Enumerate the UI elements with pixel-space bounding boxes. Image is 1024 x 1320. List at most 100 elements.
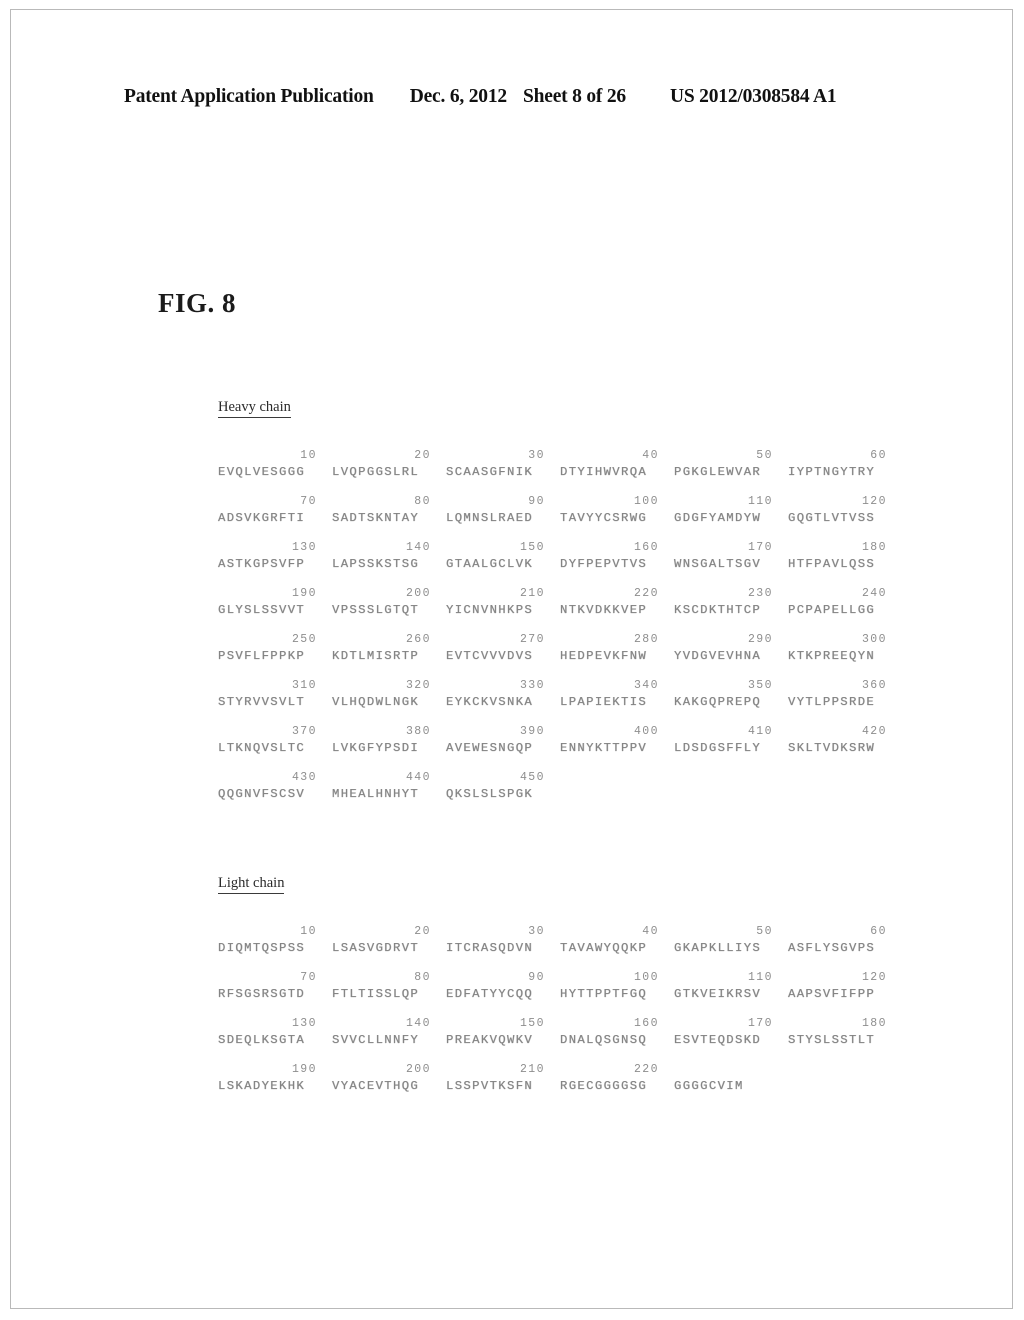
residue-block: GDGFYAMDYW xyxy=(674,510,762,525)
sequence-position-numbers: 310 320 330 340 350 360 xyxy=(218,678,1024,693)
sequence-residues: GLYSLSSVVT VPSSSLGTQT YICNVNHKPS NTKVDKKVEP… xyxy=(218,602,1024,619)
position-number: 380 xyxy=(405,724,431,738)
position-number: 130 xyxy=(291,540,317,554)
sequence-position-numbers: 190 200 210 220 xyxy=(218,1062,1024,1077)
residue-block: KDTLMISRTP xyxy=(332,648,420,663)
sequence-position-numbers: 10 20 30 40 50 60 xyxy=(218,448,1024,463)
position-number: 350 xyxy=(747,678,773,692)
light-chain-sequence: 10 20 30 40 50 60 DIQMTQSPSS LSASVGDRVT ITCRASQD… xyxy=(218,924,1024,1108)
residue-block: MHEALHNHYT xyxy=(332,786,420,801)
residue-block: GTKVEIKRSV xyxy=(674,986,762,1001)
residue-block: SADTSKNTAY xyxy=(332,510,420,525)
position-number: 250 xyxy=(291,632,317,646)
residue-block: ITCRASQDVN xyxy=(446,940,534,955)
residue-block: LSKADYEKHK xyxy=(218,1078,306,1093)
residue-block: EDFATYYCQQ xyxy=(446,986,534,1001)
position-number: 100 xyxy=(633,494,659,508)
residue-block: LAPSSKSTSG xyxy=(332,556,420,571)
residue-block: DYFPEPVTVS xyxy=(560,556,648,571)
position-number: 10 xyxy=(300,448,317,462)
position-number: 150 xyxy=(519,540,545,554)
position-number: 130 xyxy=(291,1016,317,1030)
position-number: 430 xyxy=(291,770,317,784)
residue-block: KTKPREEQYN xyxy=(788,648,876,663)
sequence-row: 70 80 90 100 110 120 RFSGSRSGTD FTLTISSLQP EDFAT… xyxy=(218,970,1024,1016)
position-number: 270 xyxy=(519,632,545,646)
position-number: 80 xyxy=(414,494,431,508)
sequence-position-numbers: 70 80 90 100 110 120 xyxy=(218,970,1024,985)
residue-block: LVQPGGSLRL xyxy=(332,464,420,479)
position-number: 340 xyxy=(633,678,659,692)
position-number: 220 xyxy=(633,586,659,600)
residue-block: HYTTPPTFGQ xyxy=(560,986,648,1001)
position-number: 230 xyxy=(747,586,773,600)
residue-block: YICNVNHKPS xyxy=(446,602,534,617)
position-number: 170 xyxy=(747,540,773,554)
position-number: 190 xyxy=(291,1062,317,1076)
position-number: 170 xyxy=(747,1016,773,1030)
position-number: 280 xyxy=(633,632,659,646)
document-header: Patent Application Publication Dec. 6, 2… xyxy=(124,86,904,108)
position-number: 160 xyxy=(633,540,659,554)
residue-block: VYACEVTHQG xyxy=(332,1078,420,1093)
sequence-row: 70 80 90 100 110 120 ADSVKGRFTI SADTSKNTAY LQMNS… xyxy=(218,494,1024,540)
position-number: 360 xyxy=(861,678,887,692)
position-number: 320 xyxy=(405,678,431,692)
residue-block: FTLTISSLQP xyxy=(332,986,420,1001)
position-number: 330 xyxy=(519,678,545,692)
sequence-residues: EVQLVESGGG LVQPGGSLRL SCAASGFNIK DTYIHWVRQA… xyxy=(218,464,1024,481)
residue-block: HTFPAVLQSS xyxy=(788,556,876,571)
residue-block: LTKNQVSLTC xyxy=(218,740,306,755)
sequence-residues: DIQMTQSPSS LSASVGDRVT ITCRASQDVN TAVAWYQQKP… xyxy=(218,940,1024,957)
residue-block: GTAALGCLVK xyxy=(446,556,534,571)
position-number: 110 xyxy=(747,494,773,508)
sequence-row: 130 140 150 160 170 180 SDEQLKSGTA SVVCLLNNFY PR… xyxy=(218,1016,1024,1062)
residue-block: SDEQLKSGTA xyxy=(218,1032,306,1047)
residue-block: GKAPKLLIYS xyxy=(674,940,762,955)
position-number: 150 xyxy=(519,1016,545,1030)
heavy-chain-section: Heavy chain 10 20 30 40 50 60 EVQLVESGGG LVQPGG… xyxy=(0,398,1024,816)
residue-block: ASFLYSGVPS xyxy=(788,940,876,955)
position-number: 140 xyxy=(405,1016,431,1030)
residue-block: ASTKGPSVFP xyxy=(218,556,306,571)
sequence-row: 130 140 150 160 170 180 ASTKGPSVFP LAPSSKSTSG GT… xyxy=(218,540,1024,586)
residue-block: DNALQSGNSQ xyxy=(560,1032,648,1047)
residue-block: TAVYYCSRWG xyxy=(560,510,648,525)
residue-block: AVEWESNGQP xyxy=(446,740,534,755)
sequence-position-numbers: 430 440 450 xyxy=(218,770,1024,785)
residue-block: GQGTLVTVSS xyxy=(788,510,876,525)
sequence-row: 10 20 30 40 50 60 DIQMTQSPSS LSASVGDRVT ITCRASQD… xyxy=(218,924,1024,970)
residue-block: TAVAWYQQKP xyxy=(560,940,648,955)
position-number: 30 xyxy=(528,924,545,938)
residue-block: PREAKVQWKV xyxy=(446,1032,534,1047)
residue-block: LPAPIEKTIS xyxy=(560,694,648,709)
residue-block: LSASVGDRVT xyxy=(332,940,420,955)
patent-page: Patent Application Publication Dec. 6, 2… xyxy=(0,0,1024,1320)
sequence-position-numbers: 130 140 150 160 170 180 xyxy=(218,1016,1024,1031)
residue-block: VPSSSLGTQT xyxy=(332,602,420,617)
residue-block: RGECGGGGSG xyxy=(560,1078,648,1093)
header-publication-date: Dec. 6, 2012 xyxy=(409,86,507,107)
sequence-position-numbers: 370 380 390 400 410 420 xyxy=(218,724,1024,739)
residue-block: LSSPVTKSFN xyxy=(446,1078,534,1093)
position-number: 410 xyxy=(747,724,773,738)
residue-block: SVVCLLNNFY xyxy=(332,1032,420,1047)
residue-block: PSVFLFPPKP xyxy=(218,648,306,663)
sequence-residues: QQGNVFSCSV MHEALHNHYT QKSLSLSPGK xyxy=(218,786,1024,803)
sequence-position-numbers: 10 20 30 40 50 60 xyxy=(218,924,1024,939)
residue-block: SCAASGFNIK xyxy=(446,464,534,479)
position-number: 200 xyxy=(405,586,431,600)
position-number: 180 xyxy=(861,540,887,554)
position-number: 420 xyxy=(861,724,887,738)
position-number: 190 xyxy=(291,586,317,600)
header-patent-number: US 2012/0308584 A1 xyxy=(669,86,837,107)
residue-block: RFSGSRSGTD xyxy=(218,986,306,1001)
residue-block: SKLTVDKSRW xyxy=(788,740,876,755)
residue-block: WNSGALTSGV xyxy=(674,556,762,571)
residue-block: KAKGQPREPQ xyxy=(674,694,762,709)
position-number: 160 xyxy=(633,1016,659,1030)
position-number: 10 xyxy=(300,924,317,938)
position-number: 60 xyxy=(870,448,887,462)
sequence-residues: LSKADYEKHK VYACEVTHQG LSSPVTKSFN RGECGGGGSG… xyxy=(218,1078,1024,1095)
residue-block: YVDGVEVHNA xyxy=(674,648,762,663)
